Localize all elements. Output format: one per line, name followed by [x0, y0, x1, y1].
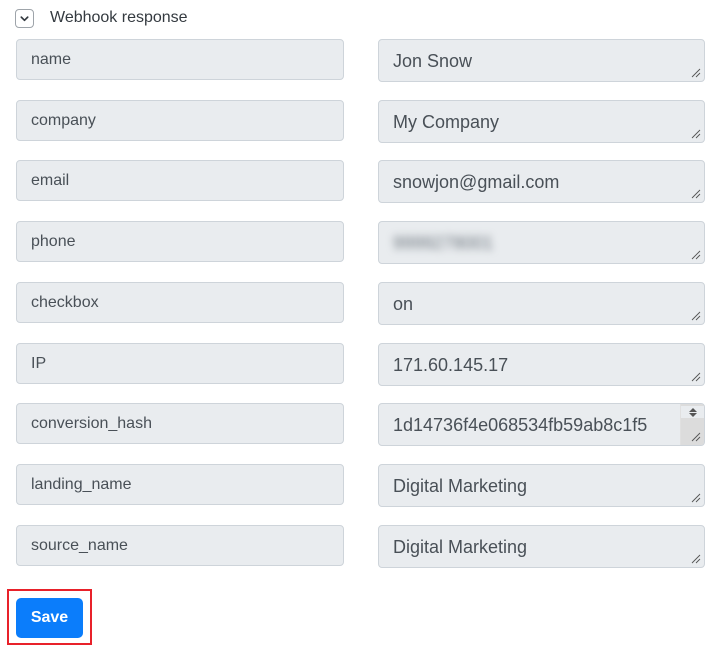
field-key: landing_name	[16, 464, 344, 505]
field-key: email	[16, 160, 344, 201]
resize-grip-icon[interactable]	[691, 372, 701, 382]
field-value-textarea[interactable]: 9999278001	[378, 221, 705, 264]
field-value-text: 171.60.145.17	[393, 355, 509, 375]
resize-grip-icon[interactable]	[691, 493, 701, 503]
field-key: source_name	[16, 525, 344, 566]
field-row: landing_name Digital Marketing	[16, 464, 705, 507]
field-value-text: My Company	[393, 112, 500, 132]
field-key: checkbox	[16, 282, 344, 323]
field-value-text: snowjon@gmail.com	[393, 172, 560, 192]
collapse-toggle[interactable]	[15, 8, 34, 28]
field-row: IP 171.60.145.17	[16, 343, 705, 386]
section-title: Webhook response	[50, 9, 188, 26]
field-value-text: Jon Snow	[393, 51, 473, 71]
field-row: email snowjon@gmail.com	[16, 160, 705, 203]
resize-grip-icon[interactable]	[691, 311, 701, 321]
chevron-down-icon	[20, 15, 29, 21]
resize-grip-icon[interactable]	[691, 129, 701, 139]
field-row: name Jon Snow	[16, 39, 705, 82]
save-highlight: Save	[7, 589, 92, 645]
field-key: conversion_hash	[16, 403, 344, 444]
save-button[interactable]: Save	[16, 598, 83, 638]
resize-grip-icon[interactable]	[691, 250, 701, 260]
field-value-textarea[interactable]: Digital Marketing	[378, 525, 705, 568]
field-row: conversion_hash 1d14736f4e068534fb59ab8c1…	[16, 403, 705, 446]
resize-grip-icon[interactable]	[691, 68, 701, 78]
field-key: name	[16, 39, 344, 80]
field-value-text: Digital Marketing	[393, 537, 528, 557]
field-value-textarea[interactable]: snowjon@gmail.com	[378, 160, 705, 203]
redacted-value: 9999278001	[393, 233, 494, 253]
field-value-text: 1d14736f4e068534fb59ab8c1f5	[393, 415, 648, 435]
field-value-textarea[interactable]: Digital Marketing	[378, 464, 705, 507]
field-row: checkbox on	[16, 282, 705, 325]
field-row: source_name Digital Marketing	[16, 525, 705, 568]
field-value-text: on	[393, 294, 414, 314]
field-value-textarea[interactable]: 1d14736f4e068534fb59ab8c1f5	[378, 403, 705, 446]
field-row: company My Company	[16, 100, 705, 143]
resize-grip-icon[interactable]	[691, 189, 701, 199]
field-value-text: Digital Marketing	[393, 476, 528, 496]
field-value-textarea[interactable]: Jon Snow	[378, 39, 705, 82]
resize-grip-icon[interactable]	[691, 554, 701, 564]
section-header: Webhook response	[15, 7, 188, 29]
field-value-textarea[interactable]: My Company	[378, 100, 705, 143]
field-value-textarea[interactable]: 171.60.145.17	[378, 343, 705, 386]
field-value-textarea[interactable]: on	[378, 282, 705, 325]
resize-grip-icon[interactable]	[691, 432, 701, 442]
field-key: phone	[16, 221, 344, 262]
scroll-arrows-icon[interactable]	[681, 406, 704, 418]
field-key: company	[16, 100, 344, 141]
field-row: phone 9999278001	[16, 221, 705, 264]
field-key: IP	[16, 343, 344, 384]
